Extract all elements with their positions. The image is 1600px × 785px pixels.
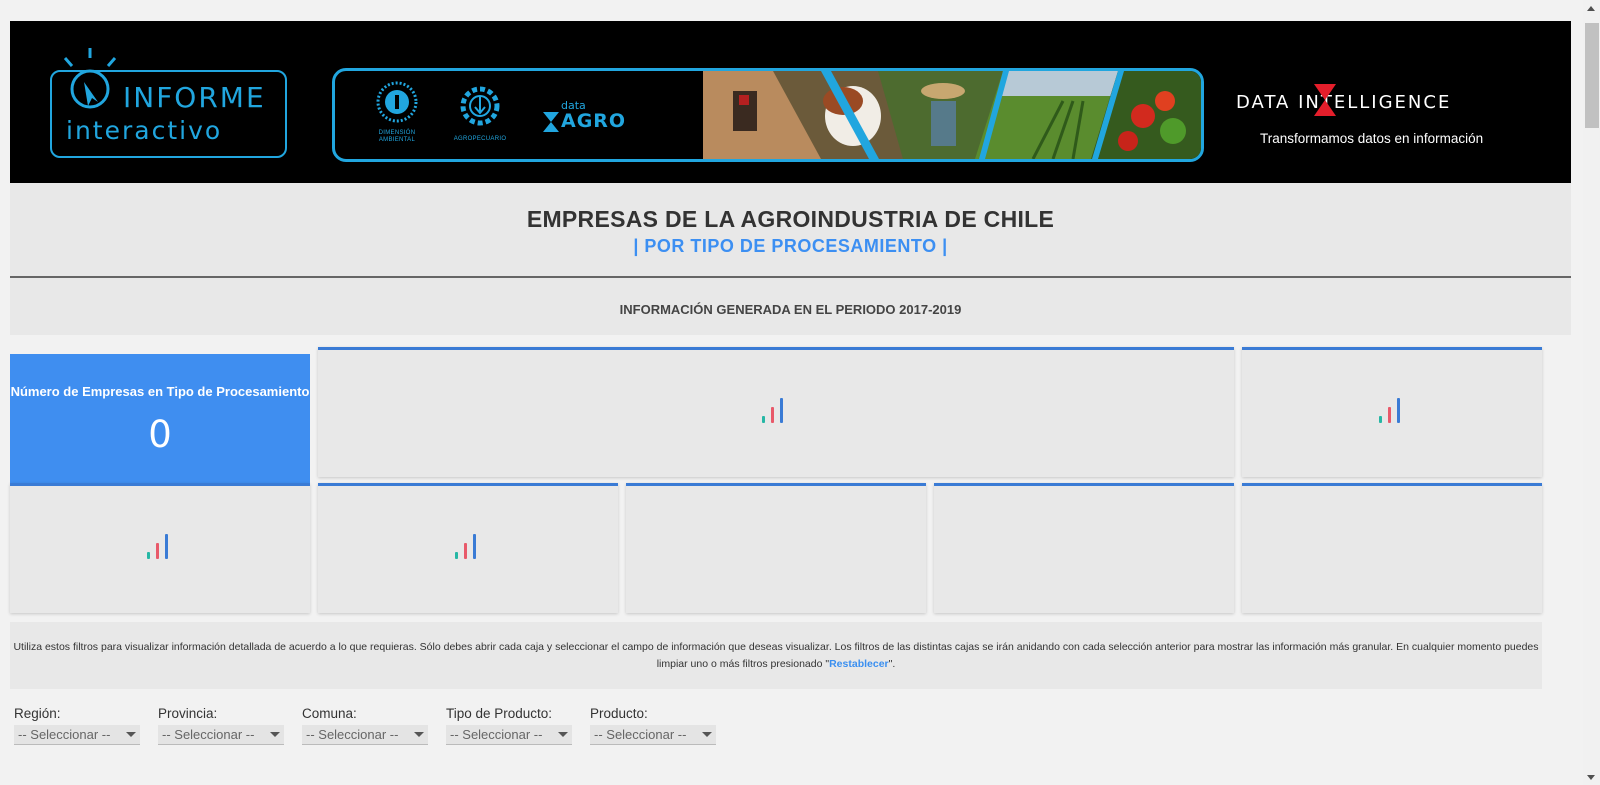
page-subtitle: | POR TIPO DE PROCESAMIENTO | — [633, 236, 948, 256]
page: INFORME interactivo DIMENSIÓN AMBIENTAL … — [10, 21, 1571, 745]
dataagro-big-text: AGRO — [561, 110, 627, 132]
loading-icon — [1379, 395, 1403, 423]
filter-provincia: Provincia: -- Seleccionar -- — [154, 706, 284, 745]
loading-icon — [762, 395, 786, 423]
provincia-dropdown[interactable]: -- Seleccionar -- — [158, 725, 284, 745]
page-title: EMPRESAS DE LA AGROINDUSTRIA DE CHILE — [526, 206, 1055, 232]
chart-card-7 — [1242, 483, 1542, 613]
filter-label-provincia: Provincia: — [158, 706, 218, 721]
chart-card-3 — [10, 483, 310, 613]
instructions-text: Utiliza estos filtros para visualizar in… — [13, 641, 1539, 670]
sun-emblem-icon — [376, 81, 418, 123]
filter-label-tipo-producto: Tipo de Producto: — [446, 706, 553, 721]
agropecuario-emblem: AGROPECUARIO — [445, 83, 515, 143]
kpi-card: Número de Empresas en Tipo de Procesamie… — [10, 354, 310, 484]
scrollbar-thumb[interactable] — [1585, 23, 1599, 128]
partner1-caption: DIMENSIÓN AMBIENTAL — [378, 130, 416, 143]
title-section: EMPRESAS DE LA AGROINDUSTRIA DE CHILE | … — [10, 183, 1571, 278]
chevron-down-icon — [126, 732, 136, 737]
kpi-value: 0 — [148, 413, 172, 456]
triangle-icon — [543, 112, 559, 132]
loading-icon — [147, 531, 171, 559]
tipo-producto-dropdown-value: -- Seleccionar -- — [450, 727, 543, 742]
hourglass-icon — [1314, 84, 1336, 116]
chevron-down-icon — [558, 732, 568, 737]
filter-label-region: Región: — [14, 706, 61, 721]
producto-dropdown[interactable]: -- Seleccionar -- — [590, 725, 716, 745]
logo-text-informe: INFORME — [123, 81, 266, 114]
loading-icon — [455, 531, 479, 559]
agriculture-photo-collage — [703, 71, 1201, 159]
logo-text-interactivo: interactivo — [66, 116, 223, 145]
lightbulb-icon — [63, 48, 117, 109]
filter-comuna: Comuna: -- Seleccionar -- — [298, 706, 428, 745]
filter-instructions: Utiliza estos filtros para visualizar in… — [10, 622, 1542, 689]
chart-card-4 — [318, 483, 618, 613]
region-dropdown-value: -- Seleccionar -- — [18, 727, 111, 742]
tipo-producto-dropdown[interactable]: -- Seleccionar -- — [446, 725, 572, 745]
partner2-caption: AGROPECUARIO — [453, 136, 507, 142]
chevron-down-icon — [702, 732, 712, 737]
region-dropdown[interactable]: -- Seleccionar -- — [14, 725, 140, 745]
header-banner: INFORME interactivo DIMENSIÓN AMBIENTAL … — [10, 21, 1571, 183]
tagline: Transformamos datos en información — [1260, 131, 1484, 146]
gear-emblem-icon — [460, 86, 500, 126]
comuna-dropdown[interactable]: -- Seleccionar -- — [302, 725, 428, 745]
scroll-up-icon[interactable] — [1587, 6, 1595, 11]
filter-producto: Producto: -- Seleccionar -- — [586, 706, 716, 745]
comuna-dropdown-value: -- Seleccionar -- — [306, 727, 399, 742]
chart-card-2 — [1242, 347, 1542, 477]
dimension-ambiental-emblem: DIMENSIÓN AMBIENTAL — [367, 81, 427, 144]
data-intelligence-logo: DATA INTELLIGENCE — [1236, 92, 1451, 113]
provincia-dropdown-value: -- Seleccionar -- — [162, 727, 255, 742]
filter-region: Región: -- Seleccionar -- — [10, 706, 140, 745]
chevron-down-icon — [414, 732, 424, 737]
chart-card-5 — [626, 483, 926, 613]
company-name: DATA INTELLIGENCE — [1236, 92, 1452, 113]
filter-label-comuna: Comuna: — [302, 706, 357, 721]
kpi-label: Número de Empresas en Tipo de Procesamie… — [10, 384, 310, 399]
restablecer-link[interactable]: Restablecer — [829, 658, 889, 670]
producto-dropdown-value: -- Seleccionar -- — [594, 727, 687, 742]
instructions-text-end: ". — [888, 658, 896, 670]
chart-card-6 — [934, 483, 1234, 613]
filter-label-producto: Producto: — [590, 706, 648, 721]
filter-tipo-producto: Tipo de Producto: -- Seleccionar -- — [442, 706, 572, 745]
chevron-down-icon — [270, 732, 280, 737]
partner-strip: DIMENSIÓN AMBIENTAL AGROPECUARIO data AG… — [332, 68, 1204, 162]
chart-card-1 — [318, 347, 1234, 477]
period-banner: INFORMACIÓN GENERADA EN EL PERIODO 2017-… — [10, 278, 1571, 335]
scroll-down-icon[interactable] — [1587, 775, 1595, 780]
